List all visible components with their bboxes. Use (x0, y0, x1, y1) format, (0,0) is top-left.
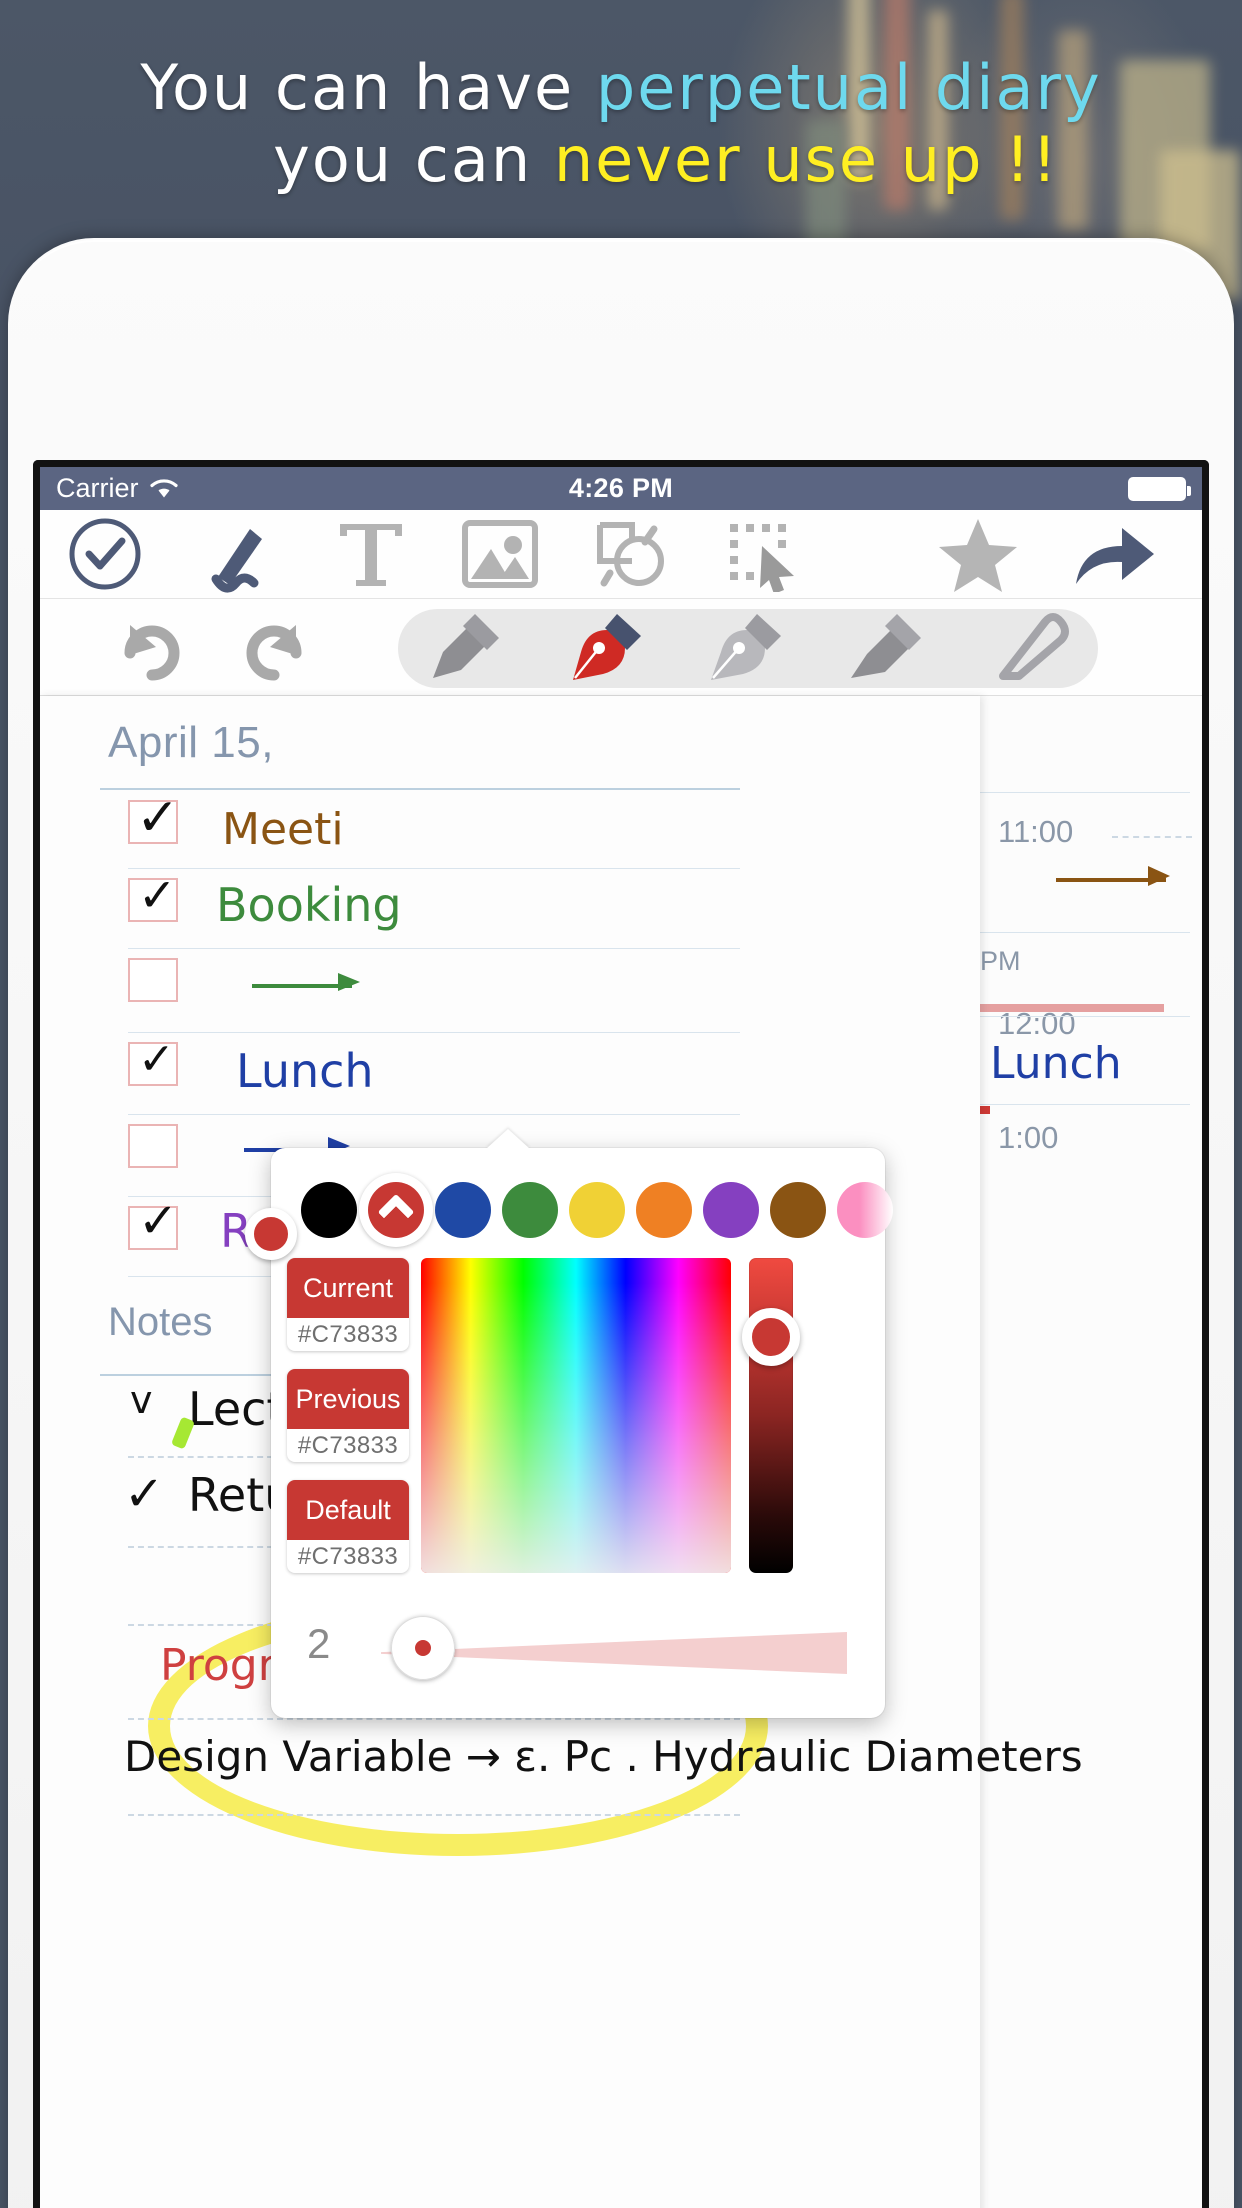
pen-toolbar (40, 599, 1202, 696)
swatch-green[interactable] (502, 1182, 558, 1238)
check-mark: ✓ (138, 1195, 179, 1248)
note-check: v (130, 1378, 153, 1422)
color-swatch-row (271, 1173, 893, 1248)
star-icon[interactable] (936, 514, 1020, 594)
default-color-hex: #C73833 (297, 1542, 399, 1570)
pen-draw-icon[interactable] (202, 515, 280, 593)
check-mark: ✓ (136, 789, 180, 847)
check-mark: ✓ (138, 869, 177, 921)
pen-tool-group (398, 609, 1098, 688)
calligraphy-pen-icon[interactable] (705, 608, 791, 689)
color-reference-cards: Current #C73833 Previous #C73833 Default… (287, 1258, 409, 1573)
hero-text: You can have perpetual diary you can nev… (0, 52, 1242, 196)
default-color-card[interactable]: Default #C73833 (287, 1480, 409, 1573)
checklist-label: Meeti (222, 804, 344, 855)
hero-line-1-cyan: perpetual diary (595, 51, 1102, 124)
eraser-icon[interactable] (985, 608, 1071, 689)
swatch-pink[interactable] (837, 1182, 893, 1238)
hero-line-2-white: you can (273, 123, 554, 196)
swatch-orange[interactable] (636, 1182, 692, 1238)
saturation-gradient-layer (421, 1258, 731, 1573)
phone-device: Carrier 4:26 PM 11:00 PM 12:00 Lunch 1:0… (8, 238, 1234, 2208)
clock-label: 4:26 PM (568, 473, 674, 503)
page-title: April 15, (108, 718, 274, 767)
hero-line-1: You can have perpetual diary (0, 52, 1242, 124)
current-color-label: Current (287, 1258, 409, 1318)
chevron-up-icon (377, 1193, 415, 1231)
swatch-red-selected[interactable] (359, 1173, 433, 1247)
text-tool-icon[interactable] (336, 516, 406, 592)
brightness-slider[interactable] (742, 1258, 800, 1573)
previous-color-label: Previous (287, 1369, 409, 1429)
highlighter-icon[interactable] (845, 608, 931, 689)
gradient-picker-knob[interactable] (245, 1208, 297, 1260)
marker-pen-icon[interactable] (425, 608, 511, 689)
previous-color-hex: #C73833 (297, 1431, 399, 1459)
popup-arrow (486, 1129, 530, 1149)
shape-tool-icon[interactable] (592, 515, 674, 593)
previous-color-card[interactable]: Previous #C73833 (287, 1369, 409, 1462)
swatch-purple[interactable] (703, 1182, 759, 1238)
swatch-black[interactable] (301, 1182, 357, 1238)
main-toolbar (40, 510, 1202, 599)
color-picker-popup: Current #C73833 Previous #C73833 Default… (245, 1129, 893, 1718)
thickness-row: 2 (271, 1596, 885, 1686)
green-arrowhead (338, 973, 360, 991)
event-lunch: Lunch (990, 1038, 1122, 1089)
brown-arrowhead (1148, 866, 1170, 886)
redo-icon[interactable] (238, 619, 314, 686)
swatch-red (368, 1182, 424, 1238)
green-arrow-stroke (252, 984, 352, 988)
fountain-pen-icon[interactable] (565, 608, 651, 689)
status-bar: Carrier 4:26 PM (40, 467, 1202, 510)
design-variable-line: Design Variable → ε. Pc . Hydraulic Diam… (124, 1732, 1083, 1781)
swatch-yellow[interactable] (569, 1182, 625, 1238)
note-check: ✓ (124, 1466, 165, 1522)
thickness-value: 2 (307, 1620, 331, 1667)
default-color-label: Default (287, 1480, 409, 1540)
check-mark: ✓ (138, 1035, 175, 1084)
checklist-label: Booking (216, 878, 402, 932)
brightness-slider-knob[interactable] (742, 1308, 800, 1366)
time-100: 1:00 (998, 1120, 1059, 1155)
undo-icon[interactable] (112, 619, 188, 686)
hero-line-1-white: You can have (140, 51, 596, 124)
notes-heading: Notes (108, 1300, 213, 1344)
swatch-blue[interactable] (435, 1182, 491, 1238)
image-tool-icon[interactable] (460, 516, 540, 592)
select-tool-icon[interactable] (722, 516, 800, 592)
checkmark-circle-icon[interactable] (67, 516, 143, 592)
current-color-hex: #C73833 (297, 1320, 399, 1348)
battery-icon (1128, 477, 1191, 501)
current-color-card[interactable]: Current #C73833 (287, 1258, 409, 1351)
phone-screen: Carrier 4:26 PM 11:00 PM 12:00 Lunch 1:0… (33, 460, 1209, 2208)
swatch-brown[interactable] (770, 1182, 826, 1238)
saturation-hue-gradient[interactable] (421, 1258, 731, 1573)
hero-line-2-yellow: never use up !! (553, 123, 1059, 196)
hero-line-2: you can never use up !! (0, 124, 1242, 196)
thickness-slider-knob[interactable] (391, 1616, 455, 1680)
checklist-label: Lunch (236, 1044, 374, 1098)
share-icon[interactable] (1072, 516, 1158, 592)
timeline-column: 11:00 PM 12:00 Lunch 1:00 (862, 696, 1202, 2208)
